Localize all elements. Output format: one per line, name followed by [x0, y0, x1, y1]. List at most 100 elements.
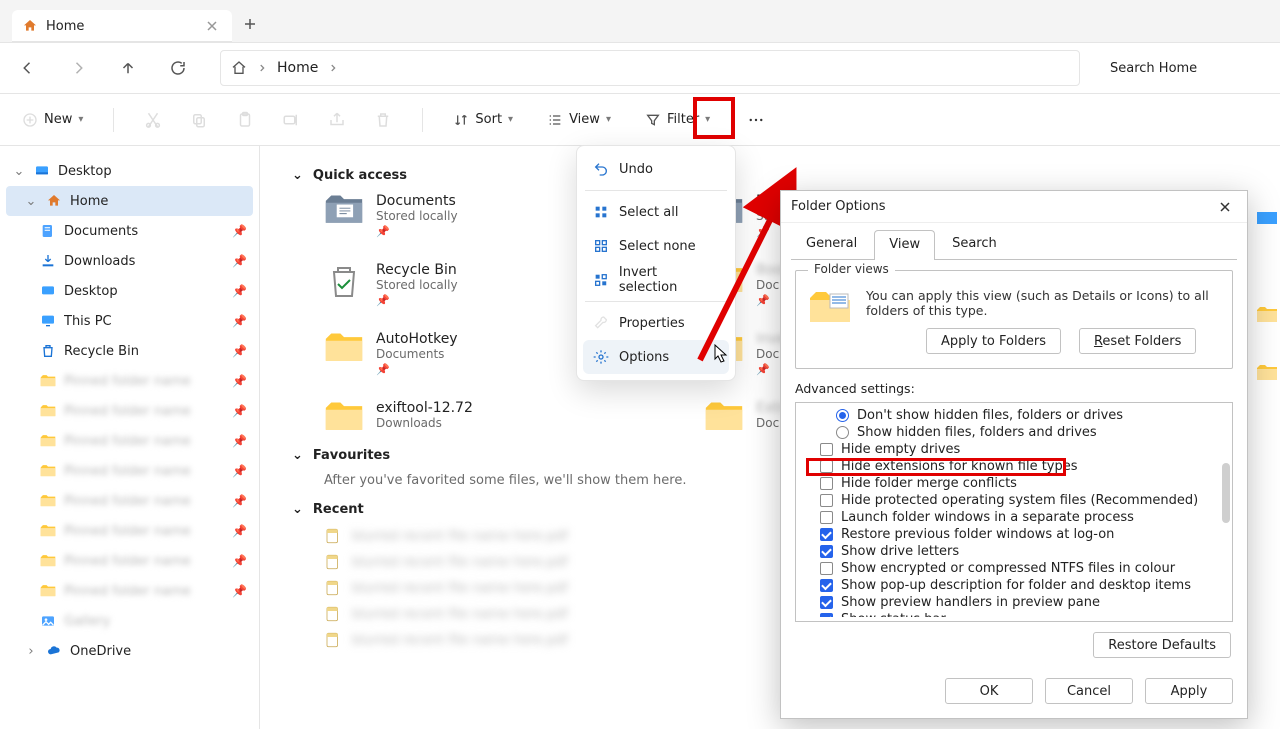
- adv-label: Show encrypted or compressed NTFS files …: [841, 561, 1175, 576]
- tree-item-pinned[interactable]: Pinned folder name📌: [6, 546, 253, 576]
- checkbox-icon: [820, 596, 833, 609]
- pin-icon: 📌: [232, 464, 247, 478]
- tree-item-pinned[interactable]: Pinned folder name📌: [6, 456, 253, 486]
- adv-check[interactable]: Hide protected operating system files (R…: [820, 492, 1218, 509]
- checkbox-icon: [820, 443, 833, 456]
- view-button[interactable]: View ▾: [539, 103, 619, 137]
- chevron-right-icon: [257, 63, 267, 73]
- tab-search[interactable]: Search: [937, 229, 1012, 259]
- tree-label: OneDrive: [70, 644, 131, 659]
- separator: [422, 108, 423, 132]
- adv-label: Show drive letters: [841, 544, 959, 559]
- new-button[interactable]: New ▾: [14, 103, 91, 137]
- dialog-titlebar[interactable]: Folder Options: [781, 191, 1247, 223]
- filter-button[interactable]: Filter ▾: [637, 103, 718, 137]
- tab-view[interactable]: View: [874, 230, 935, 260]
- adv-check[interactable]: Hide empty drives: [820, 441, 1218, 458]
- menu-item-undo[interactable]: Undo: [583, 152, 729, 186]
- adv-check[interactable]: Show drive letters: [820, 543, 1218, 560]
- apply-button[interactable]: Apply: [1145, 678, 1233, 704]
- more-button[interactable]: [736, 103, 776, 137]
- tab-home[interactable]: Home: [12, 10, 232, 42]
- tree-label: This PC: [64, 314, 112, 329]
- pin-icon: 📌: [232, 314, 247, 328]
- tree-label: Documents: [64, 224, 138, 239]
- adv-radio[interactable]: Show hidden files, folders and drives: [836, 424, 1218, 441]
- tree-label: Pinned folder name: [64, 554, 191, 569]
- menu-label: Options: [619, 350, 669, 365]
- apply-to-folders-button[interactable]: Apply to Folders: [926, 328, 1061, 354]
- menu-item-properties: Properties: [583, 306, 729, 340]
- chevron-down-icon: ▾: [508, 114, 513, 125]
- menu-item-invert[interactable]: Invert selection: [583, 263, 729, 297]
- tree-label: Downloads: [64, 254, 135, 269]
- breadcrumb-current[interactable]: Home: [277, 60, 318, 76]
- up-button[interactable]: [112, 52, 144, 84]
- tree-item-recyclebin[interactable]: Recycle Bin 📌: [6, 336, 253, 366]
- chevron-right-icon[interactable]: ›: [24, 644, 38, 659]
- adv-check[interactable]: Show encrypted or compressed NTFS files …: [820, 560, 1218, 577]
- sort-button[interactable]: Sort ▾: [445, 103, 521, 137]
- tree-item-desktop2[interactable]: Desktop 📌: [6, 276, 253, 306]
- section-title: Recent: [313, 502, 364, 517]
- tree-label: Pinned folder name: [64, 584, 191, 599]
- chevron-down-icon[interactable]: ⌄: [12, 164, 26, 179]
- tree-item-pinned[interactable]: Pinned folder name📌: [6, 486, 253, 516]
- adv-radio[interactable]: Don't show hidden files, folders or driv…: [836, 407, 1218, 424]
- view-label: View: [569, 112, 600, 127]
- dialog-title: Folder Options: [791, 199, 885, 214]
- cancel-button[interactable]: Cancel: [1045, 678, 1133, 704]
- adv-check[interactable]: Show status bar: [820, 611, 1218, 617]
- search-input[interactable]: Search Home: [1098, 50, 1268, 86]
- tree-item-documents[interactable]: Documents 📌: [6, 216, 253, 246]
- menu-item-select-none[interactable]: Select none: [583, 229, 729, 263]
- menu-item-select-all[interactable]: Select all: [583, 195, 729, 229]
- adv-check[interactable]: Show preview handlers in preview pane: [820, 594, 1218, 611]
- tree-item-gallery[interactable]: Gallery: [6, 606, 253, 636]
- refresh-button[interactable]: [162, 52, 194, 84]
- tree-item-pinned[interactable]: Pinned folder name📌: [6, 426, 253, 456]
- file-name: blurred recent file name here.pdf: [352, 607, 568, 622]
- tree-item-pinned[interactable]: Pinned folder name📌: [6, 576, 253, 606]
- quick-access-item[interactable]: exiftool-12.72Downloads: [324, 400, 664, 434]
- ok-button[interactable]: OK: [945, 678, 1033, 704]
- forward-button[interactable]: [62, 52, 94, 84]
- chevron-right-icon[interactable]: [328, 63, 338, 73]
- tab-general[interactable]: General: [791, 229, 872, 259]
- tree-item-desktop[interactable]: ⌄ Desktop: [6, 156, 253, 186]
- close-icon[interactable]: [206, 20, 218, 32]
- tree-item-pinned[interactable]: Pinned folder name📌: [6, 516, 253, 546]
- adv-check[interactable]: Launch folder windows in a separate proc…: [820, 509, 1218, 526]
- paste-button: [228, 103, 262, 137]
- adv-check[interactable]: Hide extensions for known file types: [820, 458, 1218, 475]
- section-header[interactable]: ⌄ Quick access: [292, 168, 1256, 183]
- adv-label: Hide extensions for known file types: [841, 459, 1078, 474]
- menu-item-options[interactable]: Options: [583, 340, 729, 374]
- tree-item-thispc[interactable]: This PC 📌: [6, 306, 253, 336]
- rename-button: [274, 103, 308, 137]
- address-bar[interactable]: Home: [220, 50, 1080, 86]
- adv-check[interactable]: Restore previous folder windows at log-o…: [820, 526, 1218, 543]
- reset-folders-button[interactable]: Reset Folders: [1079, 328, 1196, 354]
- tree-item-pinned[interactable]: Pinned folder name📌: [6, 396, 253, 426]
- new-tab-button[interactable]: [236, 10, 264, 38]
- pin-icon: 📌: [232, 224, 247, 238]
- close-button[interactable]: [1213, 195, 1237, 219]
- back-button[interactable]: [12, 52, 44, 84]
- scrollbar[interactable]: [1222, 463, 1230, 523]
- tree-item-onedrive[interactable]: › OneDrive: [6, 636, 253, 666]
- tree-item-home[interactable]: ⌄ Home: [6, 186, 253, 216]
- background-strip: [1254, 188, 1280, 708]
- item-name: Documents: [376, 193, 458, 209]
- checkbox-icon: [820, 528, 833, 541]
- adv-check[interactable]: Show pop-up description for folder and d…: [820, 577, 1218, 594]
- folder-views-desc: You can apply this view (such as Details…: [866, 288, 1220, 318]
- adv-check[interactable]: Hide folder merge conflicts: [820, 475, 1218, 492]
- restore-defaults-button[interactable]: Restore Defaults: [1093, 632, 1231, 658]
- tree-item-downloads[interactable]: Downloads 📌: [6, 246, 253, 276]
- adv-label: Hide empty drives: [841, 442, 960, 457]
- advanced-settings-list[interactable]: Don't show hidden files, folders or driv…: [795, 402, 1233, 622]
- item-name: exiftool-12.72: [376, 400, 473, 416]
- chevron-down-icon[interactable]: ⌄: [24, 194, 38, 209]
- tree-item-pinned[interactable]: Pinned folder name📌: [6, 366, 253, 396]
